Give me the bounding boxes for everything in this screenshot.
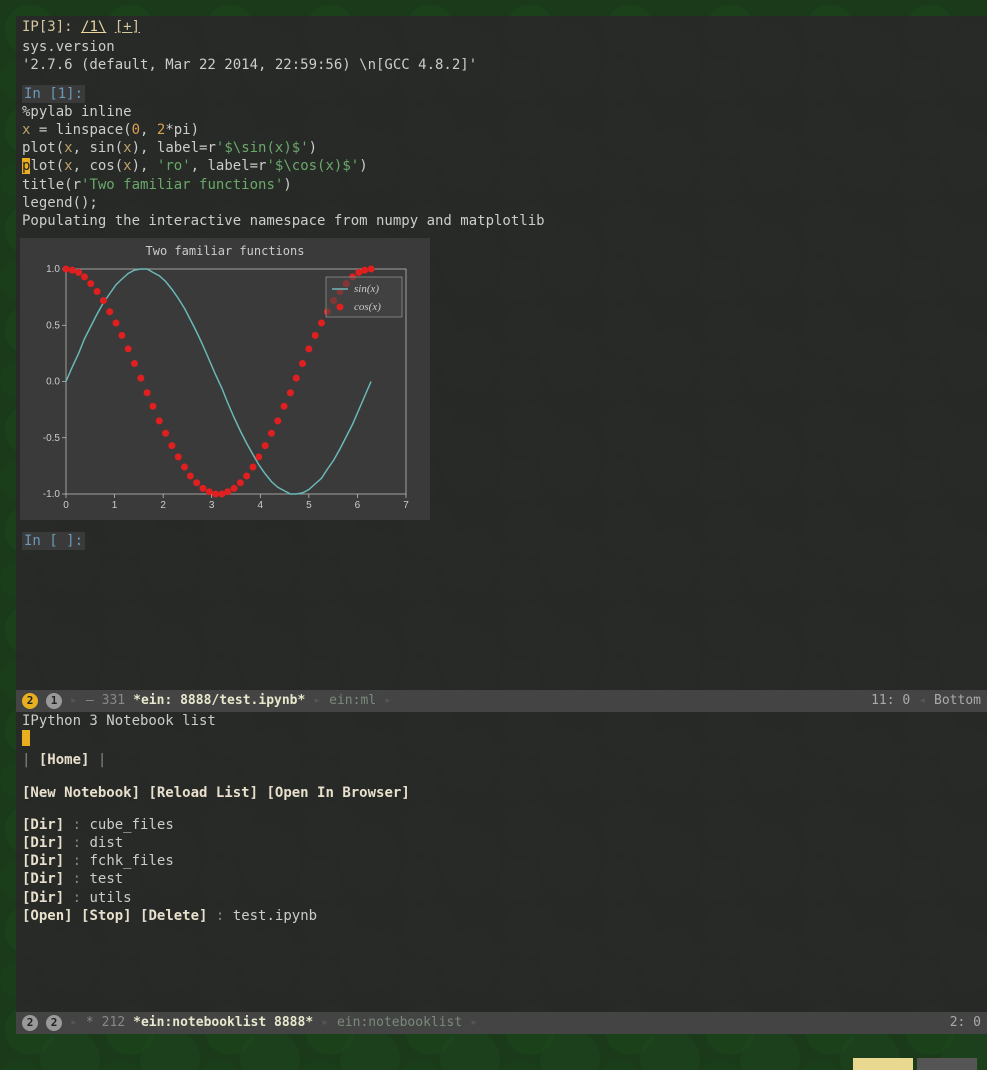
svg-text:4: 4 [258, 500, 264, 511]
svg-text:3: 3 [209, 500, 215, 511]
modeline-bottom: 2 2 ▸ * 212 *ein:notebooklist 8888* ▸ ei… [16, 1012, 987, 1034]
file-delete-button[interactable]: [Delete] [140, 908, 207, 924]
dir-name: test [89, 871, 123, 887]
svg-text:5: 5 [306, 500, 312, 511]
home-link[interactable]: [Home] [39, 752, 90, 768]
tabbar: IP[3]: /1\ [+] [16, 16, 987, 38]
editor-pane-bottom[interactable]: IPython 3 Notebook list | [Home] | [New … [16, 712, 987, 1012]
cell0-code[interactable]: sys.version [22, 38, 981, 56]
svg-text:0.0: 0.0 [46, 376, 60, 387]
cursor [22, 730, 30, 746]
file-stop-button[interactable]: [Stop] [81, 908, 132, 924]
svg-text:1: 1 [112, 500, 118, 511]
buffer-name: *ein: 8888/test.ipynb* [133, 693, 305, 710]
open-in-browser-button[interactable]: [Open In Browser] [266, 785, 409, 801]
cell1-prompt: In [1]: [22, 85, 85, 103]
dir-link[interactable]: [Dir] [22, 890, 64, 906]
cell0-output: '2.7.6 (default, Mar 22 2014, 22:59:56) … [22, 56, 981, 74]
svg-text:7: 7 [403, 500, 409, 511]
dir-link[interactable]: [Dir] [22, 817, 64, 833]
major-mode: ein:ml [329, 693, 376, 710]
dir-link[interactable]: [Dir] [22, 871, 64, 887]
chart: Two familiar functions 01234567-1.0-0.50… [20, 238, 430, 520]
window-badge: 1 [46, 693, 62, 709]
reload-list-button[interactable]: [Reload List] [148, 785, 258, 801]
file-open-button[interactable]: [Open] [22, 908, 73, 924]
dir-name: utils [89, 890, 131, 906]
dir-link[interactable]: [Dir] [22, 835, 64, 851]
svg-text:1.0: 1.0 [46, 264, 60, 275]
svg-text:-0.5: -0.5 [43, 432, 61, 443]
taskbar [853, 1058, 977, 1070]
file-name: test.ipynb [233, 908, 317, 924]
svg-text:sin(x): sin(x) [354, 283, 379, 295]
svg-text:-1.0: -1.0 [43, 489, 61, 500]
svg-text:2: 2 [160, 500, 166, 511]
scroll-position: Bottom [934, 693, 981, 710]
tab-add[interactable]: [+] [115, 19, 140, 35]
modeline-top: 2 1 ▸ – 331 *ein: 8888/test.ipynb* ▸ ein… [16, 690, 987, 712]
dir-name: fchk_files [89, 853, 173, 869]
new-notebook-button[interactable]: [New Notebook] [22, 785, 140, 801]
dir-name: cube_files [89, 817, 173, 833]
editor-pane-top[interactable]: IP[3]: /1\ [+] sys.version '2.7.6 (defau… [16, 16, 987, 690]
cell2-prompt: In [ ]: [22, 532, 85, 550]
taskbar-item[interactable] [853, 1058, 913, 1070]
tab-current[interactable]: /1\ [81, 19, 106, 35]
svg-text:6: 6 [355, 500, 361, 511]
tabbar-prefix: IP[3]: [22, 19, 73, 35]
buffer-name-bottom: *ein:notebooklist 8888* [133, 1015, 313, 1032]
workspace-badge: 2 [22, 693, 38, 709]
dir-name: dist [89, 835, 123, 851]
dir-link[interactable]: [Dir] [22, 853, 64, 869]
chart-title: Two familiar functions [26, 244, 424, 260]
cursor-position: 11: 0 [871, 693, 910, 710]
taskbar-item[interactable] [917, 1058, 977, 1070]
cell1-output-text: Populating the interactive namespace fro… [16, 212, 987, 230]
major-mode-bottom: ein:notebooklist [337, 1015, 462, 1032]
notebooklist-title: IPython 3 Notebook list [22, 712, 981, 730]
chart-svg: 0 1 2 3 4 5 6 7 -1.0 -0.5 0.0 0.5 1.0 sin(x) cos(x) [26, 264, 416, 514]
svg-text:0: 0 [63, 500, 69, 511]
svg-text:cos(x): cos(x) [354, 301, 381, 313]
cell1-code[interactable]: %pylab inline x = linspace(0, 2*pi) plot… [16, 103, 987, 212]
svg-text:0.5: 0.5 [46, 320, 60, 331]
